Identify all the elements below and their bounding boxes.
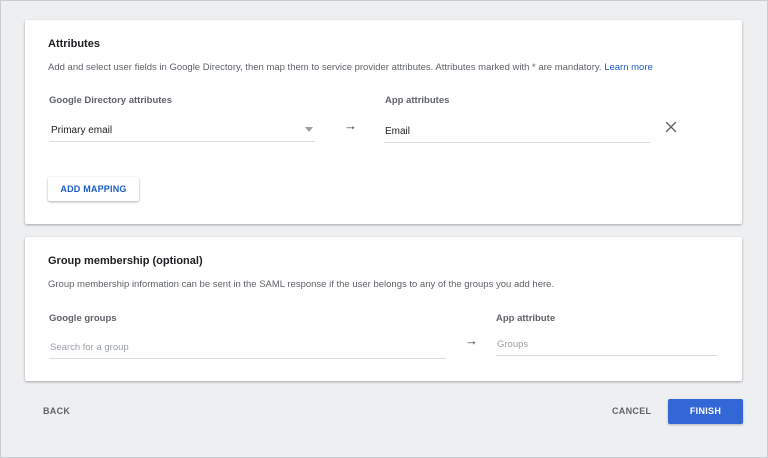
learn-more-link[interactable]: Learn more [604, 62, 653, 73]
app-attributes-label: App attributes [385, 95, 450, 106]
group-search-field[interactable] [49, 336, 447, 359]
google-groups-label: Google groups [49, 313, 117, 324]
attributes-card: Attributes Add and select user fields in… [25, 20, 742, 224]
arrow-right-icon: → [344, 118, 357, 133]
app-attribute-field[interactable] [384, 120, 651, 143]
directory-attribute-select[interactable]: Primary email [49, 119, 315, 142]
groups-attribute-field[interactable] [496, 333, 719, 356]
close-icon[interactable] [664, 120, 678, 134]
google-directory-attributes-label: Google Directory attributes [49, 95, 172, 106]
cancel-button[interactable]: CANCEL [612, 406, 651, 416]
attributes-title: Attributes [48, 38, 100, 50]
attributes-description: Add and select user fields in Google Dir… [48, 62, 653, 73]
group-search-input[interactable] [49, 338, 447, 356]
group-membership-card: Group membership (optional) Group member… [25, 237, 742, 381]
finish-button[interactable]: FINISH [668, 399, 743, 424]
arrow-right-icon: → [465, 333, 478, 348]
group-membership-description: Group membership information can be sent… [48, 279, 555, 290]
directory-attribute-value: Primary email [51, 125, 113, 136]
add-mapping-button[interactable]: ADD MAPPING [48, 177, 139, 201]
app-attribute-input[interactable] [384, 122, 651, 140]
attributes-description-text: Add and select user fields in Google Dir… [48, 62, 602, 73]
group-membership-title: Group membership (optional) [48, 255, 203, 267]
back-button[interactable]: BACK [43, 406, 70, 416]
dropdown-caret-icon [305, 127, 313, 132]
groups-attribute-input[interactable] [496, 335, 719, 353]
app-attribute-label: App attribute [496, 313, 556, 324]
